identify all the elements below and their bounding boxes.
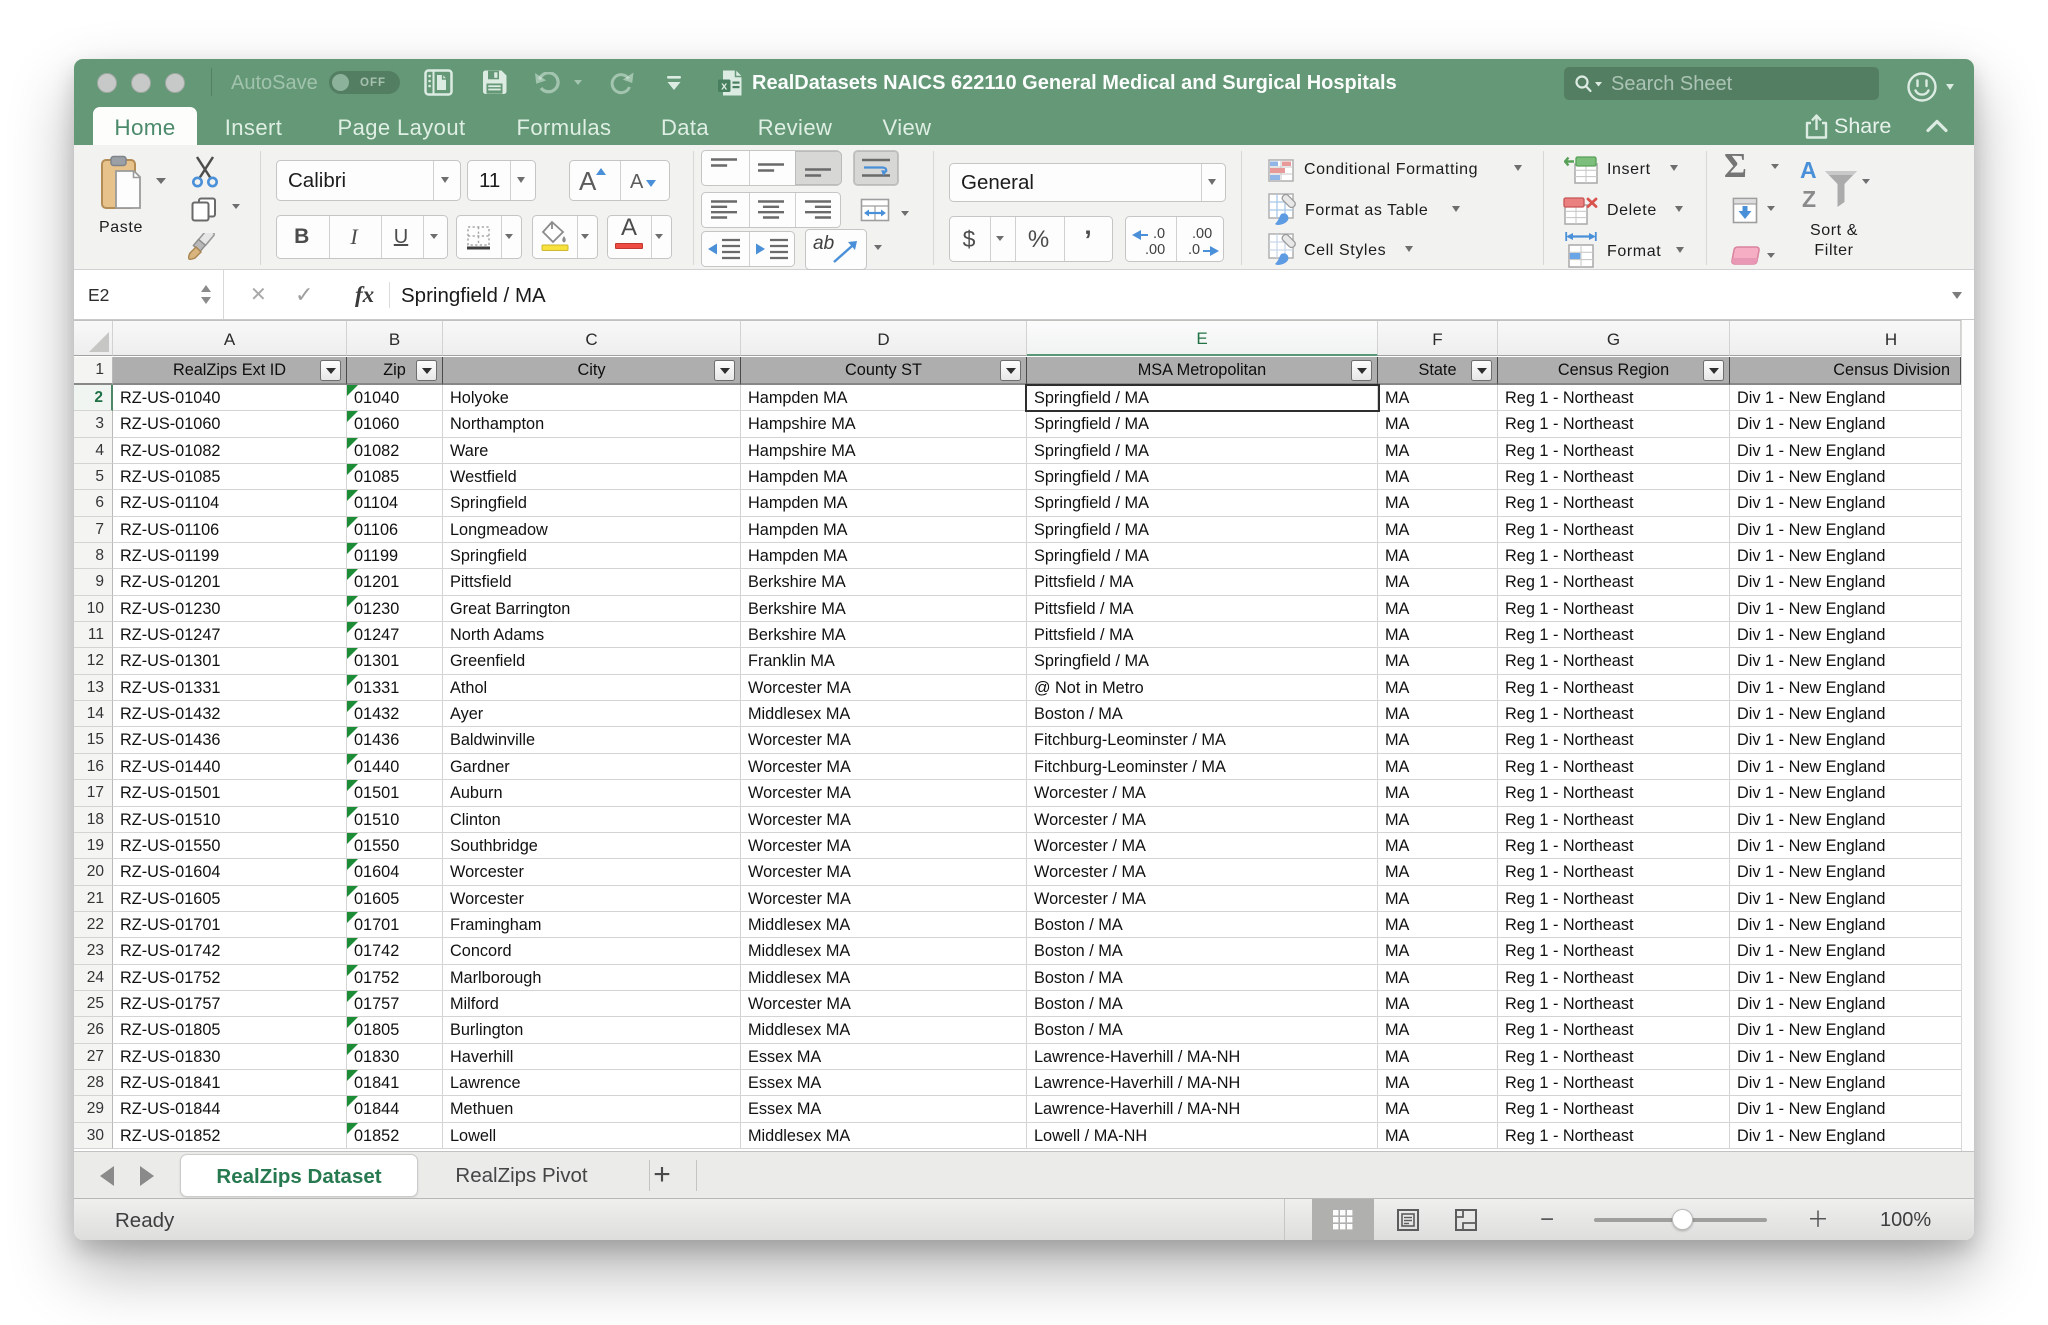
svg-text:.00: .00	[1192, 226, 1212, 242]
svg-text:.0: .0	[1188, 242, 1200, 256]
svg-text:.0: .0	[1153, 226, 1165, 242]
svg-text:x: x	[721, 81, 728, 93]
svg-text:.00: .00	[1145, 242, 1165, 256]
